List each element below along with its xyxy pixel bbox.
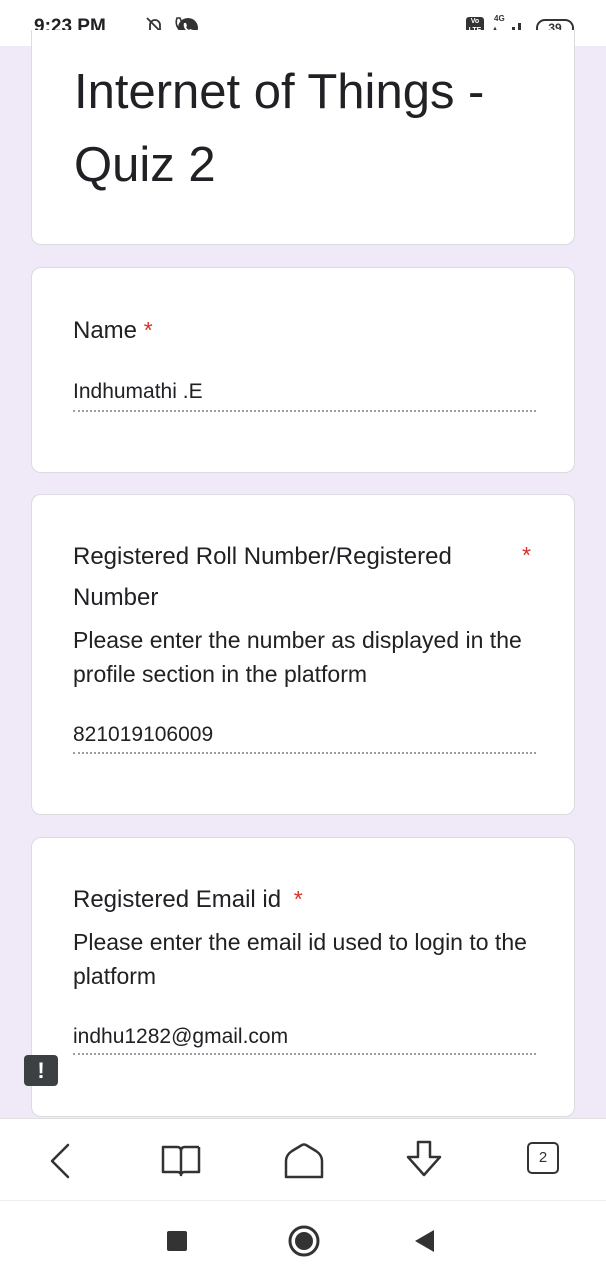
question-card-roll-number: Registered Roll Number/Registered Number… <box>31 494 575 815</box>
form-header-card: Internet of Things - Quiz 2 <box>31 30 575 245</box>
form-title: Internet of Things - Quiz 2 <box>74 65 485 192</box>
question-description: Please enter the email id used to login … <box>73 929 527 989</box>
question-label: Name * <box>73 310 153 351</box>
email-input[interactable]: indhu1282@gmail.com <box>73 1025 288 1049</box>
question-card-name: Name * Indhumathi .E <box>31 267 575 473</box>
question-title: Name <box>73 317 138 344</box>
recents-icon[interactable] <box>167 1231 187 1256</box>
input-underline <box>73 752 536 754</box>
question-card-email: Registered Email id * Please enter the e… <box>31 837 575 1117</box>
download-icon[interactable] <box>402 1139 446 1184</box>
roll-number-input[interactable]: 821019106009 <box>73 723 213 747</box>
home-icon[interactable] <box>283 1141 325 1186</box>
tabs-icon[interactable]: 2 <box>527 1142 559 1174</box>
back-icon[interactable] <box>44 1141 76 1186</box>
input-underline <box>73 1053 536 1055</box>
home-circle-icon[interactable] <box>287 1224 321 1263</box>
question-description: Please enter the number as displayed in … <box>73 627 522 687</box>
input-underline <box>73 410 536 412</box>
report-problem-icon[interactable]: ! <box>24 1055 58 1086</box>
required-asterisk: * <box>143 317 153 343</box>
question-label: Registered Email id * <box>73 879 303 920</box>
required-asterisk: * <box>293 886 303 912</box>
question-title: Registered Roll Number/Registered Number <box>73 543 452 611</box>
browser-toolbar: 2 <box>0 1118 606 1201</box>
name-input[interactable]: Indhumathi .E <box>73 380 203 404</box>
bookmarks-icon[interactable] <box>160 1144 202 1183</box>
system-nav-bar <box>0 1200 606 1281</box>
back-triangle-icon[interactable] <box>414 1229 436 1258</box>
required-asterisk: * <box>522 542 531 568</box>
question-title: Registered Email id <box>73 886 282 913</box>
